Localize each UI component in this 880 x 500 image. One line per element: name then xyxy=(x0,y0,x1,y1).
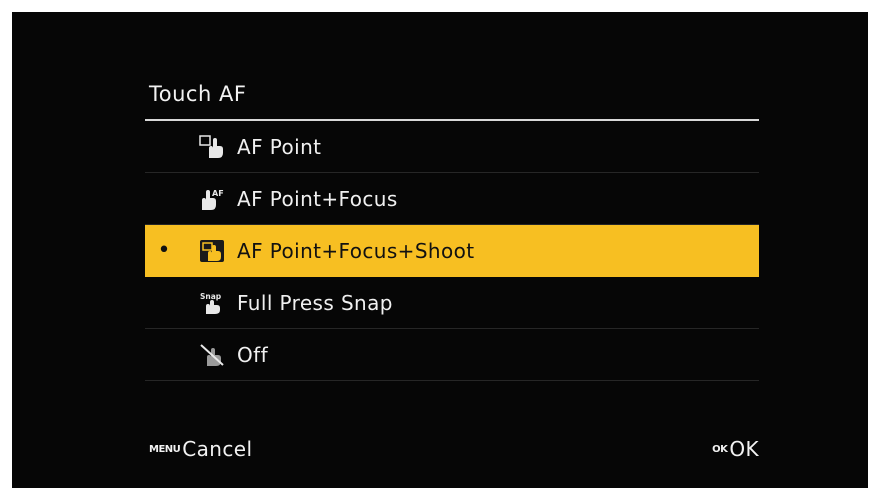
menu-key-icon: MENU xyxy=(149,443,181,455)
svg-text:AF: AF xyxy=(212,189,224,198)
touch-off-icon xyxy=(197,342,227,368)
menu-item-label: Full Press Snap xyxy=(237,290,393,315)
menu-item-af-point-focus[interactable]: AF AF Point+Focus xyxy=(145,173,759,225)
menu-item-label: AF Point+Focus xyxy=(237,186,398,211)
selection-marker: • xyxy=(157,237,171,263)
ok-label: OK xyxy=(729,437,759,461)
menu-item-label: AF Point+Focus+Shoot xyxy=(237,238,475,263)
camera-menu-screen: Touch AF AF Point AF AF Point+Focus • AF… xyxy=(12,12,868,488)
ok-key-icon: OK xyxy=(712,443,728,455)
touch-af-shoot-icon xyxy=(197,238,227,264)
touch-af-point-icon xyxy=(197,134,227,160)
menu-item-label: Off xyxy=(237,342,269,367)
menu-item-off[interactable]: Off xyxy=(145,329,759,381)
menu-item-af-point[interactable]: AF Point xyxy=(145,121,759,173)
ok-button[interactable]: OK OK xyxy=(712,437,759,461)
touch-af-options: AF Point AF AF Point+Focus • AF Point+Fo… xyxy=(145,121,759,381)
svg-text:Snap: Snap xyxy=(200,292,222,301)
menu-item-full-press-snap[interactable]: Snap Full Press Snap xyxy=(145,277,759,329)
menu-item-af-point-focus-shoot[interactable]: • AF Point+Focus+Shoot xyxy=(145,225,759,277)
cancel-button[interactable]: MENU Cancel xyxy=(149,437,252,461)
menu-title: Touch AF xyxy=(149,82,247,106)
touch-af-focus-icon: AF xyxy=(197,186,227,212)
menu-item-label: AF Point xyxy=(237,134,322,159)
cancel-label: Cancel xyxy=(182,437,253,461)
touch-snap-icon: Snap xyxy=(197,290,227,316)
